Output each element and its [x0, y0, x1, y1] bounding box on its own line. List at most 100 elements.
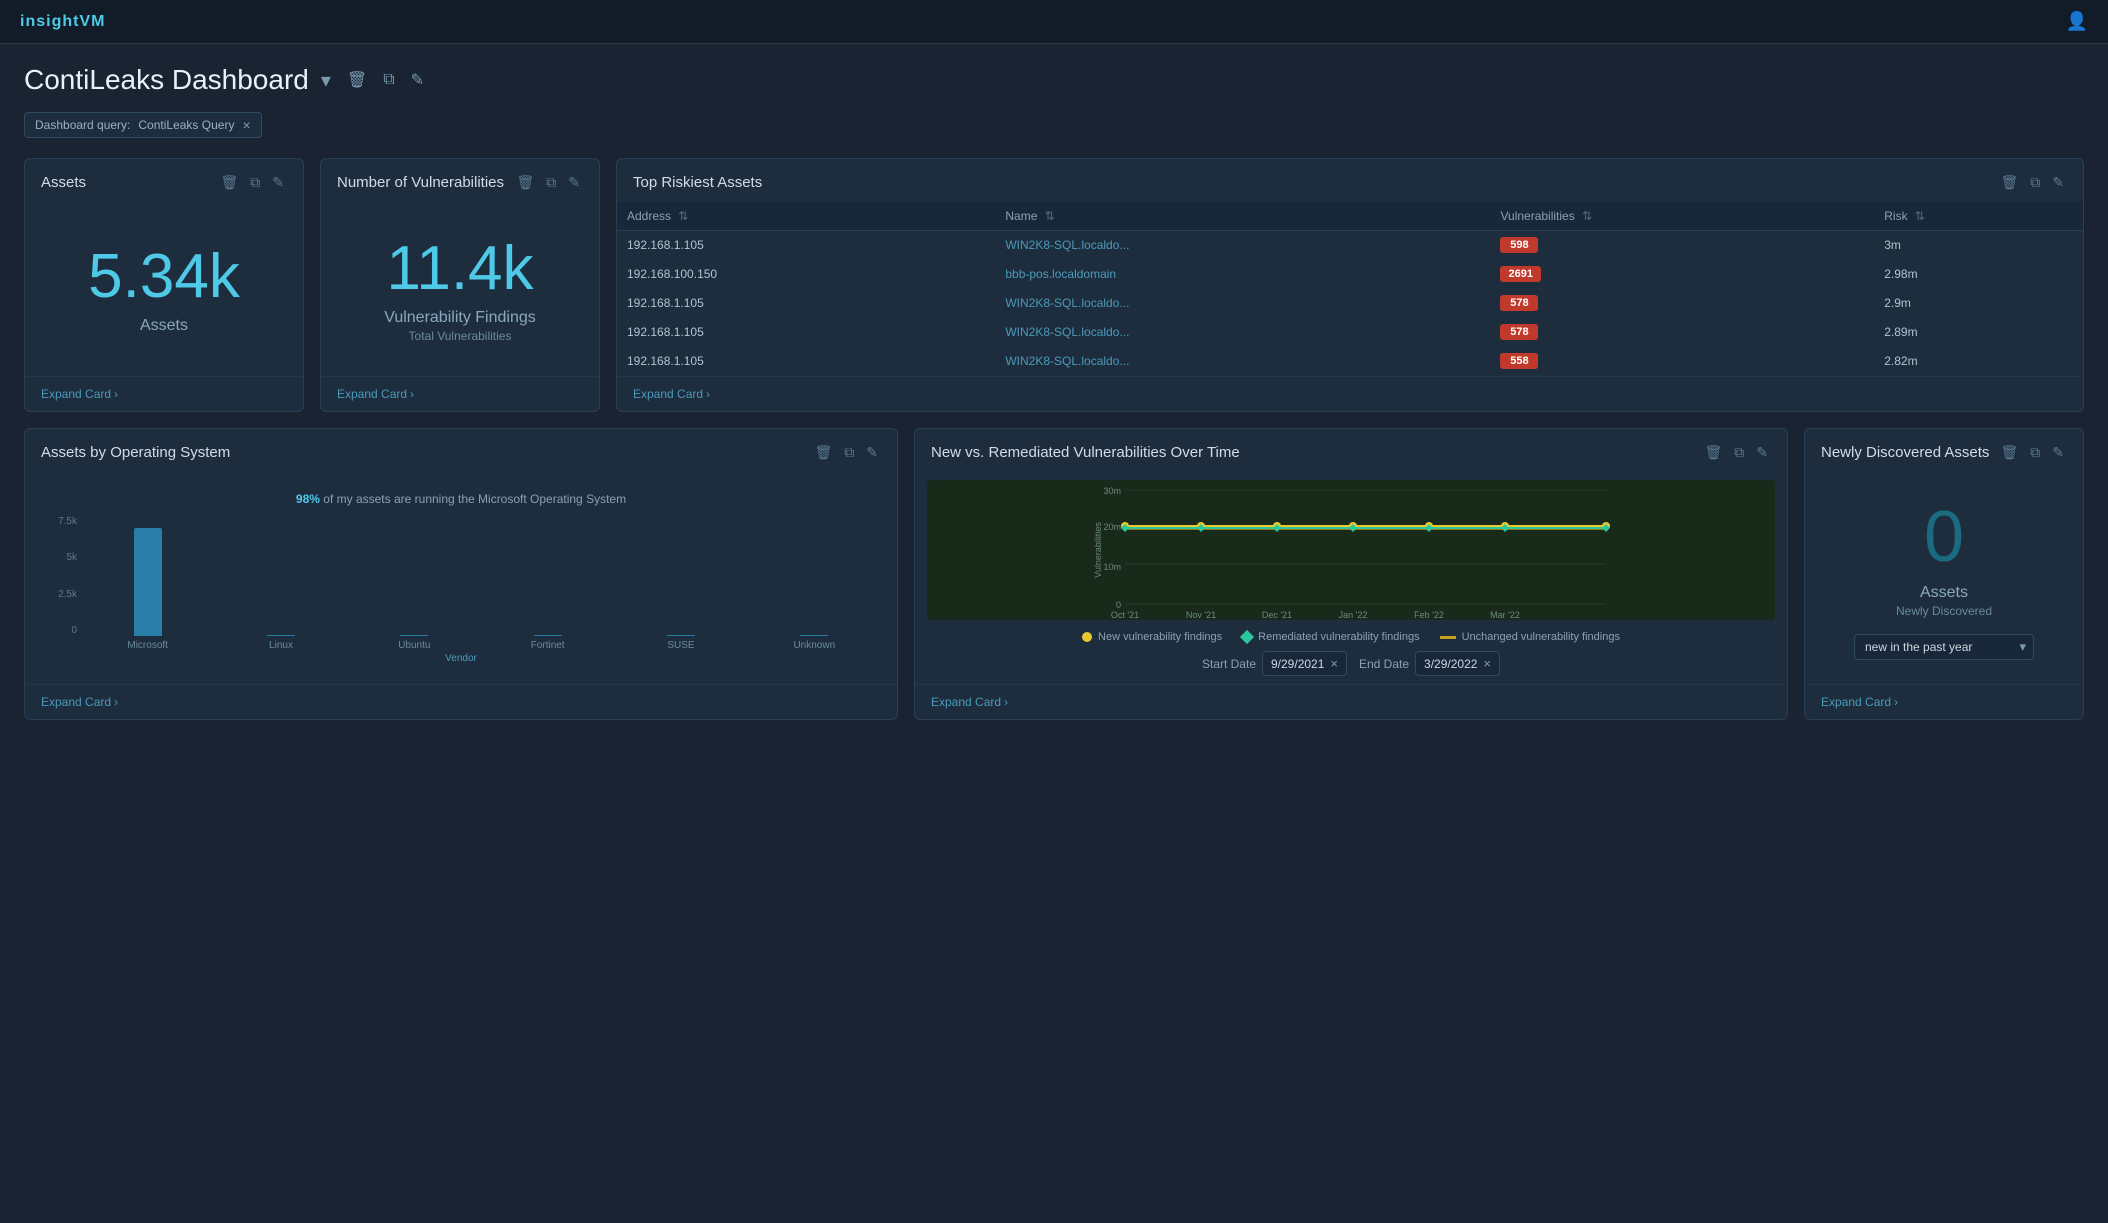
table-row: 192.168.1.105 WIN2K8-SQL.localdo... 558 …: [617, 347, 2083, 376]
os-assets-card-body: 98% of my assets are running the Microso…: [25, 472, 897, 684]
dashboard-copy-button[interactable]: ⧉: [379, 69, 398, 91]
table-cell-vulns: 598: [1490, 231, 1874, 260]
end-date-group: End Date 3/29/2022 ×: [1359, 651, 1500, 676]
start-date-clear-button[interactable]: ×: [1330, 656, 1338, 671]
table-cell-risk: 2.9m: [1874, 289, 2083, 318]
vulns-edit-button[interactable]: ✎: [565, 173, 583, 192]
bar-ubuntu: [348, 516, 481, 636]
svg-text:Vulnerabilities: Vulnerabilities: [1093, 522, 1103, 578]
assets-card-actions: 🗑 ⧉ ✎: [217, 173, 287, 192]
start-date-input[interactable]: 9/29/2021 ×: [1262, 651, 1347, 676]
top-riskiest-copy-button[interactable]: ⧉: [2027, 173, 2043, 192]
os-edit-button[interactable]: ✎: [863, 443, 881, 462]
assets-delete-button[interactable]: 🗑: [217, 173, 241, 192]
nd-copy-button[interactable]: ⧉: [2027, 443, 2043, 462]
risk-table: Address ⇅ Name ⇅ Vulnerabilities ⇅ Risk …: [617, 202, 2083, 376]
nd-edit-button[interactable]: ✎: [2049, 443, 2067, 462]
newly-discovered-value: 0: [1924, 496, 1964, 578]
end-date-clear-button[interactable]: ×: [1483, 656, 1491, 671]
legend-remediated: Remediated vulnerability findings: [1242, 631, 1419, 643]
line-chart-container: 30m 20m 10m 0: [927, 476, 1775, 680]
os-assets-card-title: Assets by Operating System: [41, 444, 230, 461]
assets-card-body: 5.34k Assets: [25, 202, 303, 376]
assets-copy-button[interactable]: ⧉: [247, 173, 263, 192]
query-badge-close-button[interactable]: ×: [242, 117, 250, 133]
newly-discovered-select-wrapper[interactable]: new in the past yearnew in the past mont…: [1854, 634, 2034, 660]
top-riskiest-card-title: Top Riskiest Assets: [633, 174, 762, 191]
table-cell-address: 192.168.1.105: [617, 318, 995, 347]
top-riskiest-edit-button[interactable]: ✎: [2049, 173, 2067, 192]
vuln-over-time-expand-link[interactable]: Expand Card ›: [931, 695, 1771, 709]
assets-expand-link[interactable]: Expand Card ›: [41, 387, 287, 401]
risk-table-header-risk[interactable]: Risk ⇅: [1874, 202, 2083, 231]
bar-microsoft-bar: [134, 528, 162, 636]
os-delete-button[interactable]: 🗑: [811, 443, 835, 462]
vulnerabilities-card-header: Number of Vulnerabilities 🗑 ⧉ ✎: [321, 159, 599, 202]
vulnerabilities-expand-link[interactable]: Expand Card ›: [337, 387, 583, 401]
svg-text:Feb '22: Feb '22: [1414, 610, 1444, 620]
vulnerabilities-label: Vulnerability Findings: [384, 309, 535, 327]
date-filters: Start Date 9/29/2021 × End Date 3/29/202…: [927, 651, 1775, 676]
dashboard-title-actions: 🗑 ⧉ ✎: [343, 68, 428, 92]
newly-discovered-expand-link[interactable]: Expand Card ›: [1821, 695, 2067, 709]
start-date-label: Start Date: [1202, 657, 1256, 671]
table-row: 192.168.1.105 WIN2K8-SQL.localdo... 578 …: [617, 318, 2083, 347]
vuln-over-time-card-footer: Expand Card ›: [915, 684, 1787, 719]
bar-suse: [614, 516, 747, 636]
vot-edit-button[interactable]: ✎: [1753, 443, 1771, 462]
svg-text:Mar '22: Mar '22: [1490, 610, 1520, 620]
top-riskiest-card-header: Top Riskiest Assets 🗑 ⧉ ✎: [617, 159, 2083, 202]
dashboard-title-row: ContiLeaks Dashboard ▾ 🗑 ⧉ ✎: [24, 64, 2084, 96]
start-date-value: 9/29/2021: [1271, 657, 1324, 671]
os-assets-card-header: Assets by Operating System 🗑 ⧉ ✎: [25, 429, 897, 472]
table-cell-name[interactable]: WIN2K8-SQL.localdo...: [995, 231, 1490, 260]
table-row: 192.168.1.105 WIN2K8-SQL.localdo... 598 …: [617, 231, 2083, 260]
bottom-card-grid: Assets by Operating System 🗑 ⧉ ✎ 98% of …: [24, 428, 2084, 720]
top-riskiest-card-body: Address ⇅ Name ⇅ Vulnerabilities ⇅ Risk …: [617, 202, 2083, 376]
main-content: ContiLeaks Dashboard ▾ 🗑 ⧉ ✎ Dashboard q…: [0, 44, 2108, 740]
newly-discovered-dropdown-wrapper: new in the past yearnew in the past mont…: [1854, 634, 2034, 660]
bar-ubuntu-bar: [400, 635, 428, 636]
nd-delete-button[interactable]: 🗑: [1997, 443, 2021, 462]
risk-table-header-address[interactable]: Address ⇅: [617, 202, 995, 231]
line-chart-svg: 30m 20m 10m 0: [927, 480, 1775, 620]
vot-delete-button[interactable]: 🗑: [1701, 443, 1725, 462]
newly-discovered-card: Newly Discovered Assets 🗑 ⧉ ✎ 0 Assets N…: [1804, 428, 2084, 720]
bar-suse-bar: [667, 635, 695, 636]
dashboard-title: ContiLeaks Dashboard: [24, 64, 309, 96]
dashboard-delete-button[interactable]: 🗑: [343, 68, 371, 92]
table-cell-name[interactable]: WIN2K8-SQL.localdo...: [995, 289, 1490, 318]
legend-remediated-diamond: [1240, 630, 1254, 644]
assets-edit-button[interactable]: ✎: [269, 173, 287, 192]
newly-discovered-dropdown[interactable]: new in the past yearnew in the past mont…: [1854, 634, 2034, 660]
bar-fortinet: [481, 516, 614, 636]
top-riskiest-expand-link[interactable]: Expand Card ›: [633, 387, 2067, 401]
bar-fortinet-bar: [534, 635, 562, 636]
risk-table-header-name[interactable]: Name ⇅: [995, 202, 1490, 231]
table-cell-name[interactable]: bbb-pos.localdomain: [995, 260, 1490, 289]
os-chart-title: 98% of my assets are running the Microso…: [33, 492, 889, 506]
user-icon[interactable]: 👤: [2066, 11, 2088, 32]
vulns-delete-button[interactable]: 🗑: [513, 173, 537, 192]
newly-discovered-card-body: 0 Assets Newly Discovered new in the pas…: [1805, 472, 2083, 684]
svg-text:Oct '21: Oct '21: [1111, 610, 1139, 620]
dashboard-dropdown-chevron[interactable]: ▾: [321, 68, 331, 93]
vulns-copy-button[interactable]: ⧉: [543, 173, 559, 192]
top-card-grid: Assets 🗑 ⧉ ✎ 5.34k Assets Expand Card ›: [24, 158, 2084, 412]
os-copy-button[interactable]: ⧉: [841, 443, 857, 462]
vot-copy-button[interactable]: ⧉: [1731, 443, 1747, 462]
table-cell-name[interactable]: WIN2K8-SQL.localdo...: [995, 347, 1490, 376]
table-cell-risk: 2.98m: [1874, 260, 2083, 289]
end-date-input[interactable]: 3/29/2022 ×: [1415, 651, 1500, 676]
bar-chart-inner: 7.5k 5k 2.5k 0: [41, 516, 881, 636]
dashboard-edit-button[interactable]: ✎: [407, 68, 428, 92]
table-cell-name[interactable]: WIN2K8-SQL.localdo...: [995, 318, 1490, 347]
vulnerabilities-sublabel: Total Vulnerabilities: [409, 329, 512, 343]
risk-table-header-vulnerabilities[interactable]: Vulnerabilities ⇅: [1490, 202, 1874, 231]
legend-unchanged-line: [1440, 636, 1456, 639]
os-assets-expand-link[interactable]: Expand Card ›: [41, 695, 881, 709]
bar-unknown-bar: [800, 635, 828, 636]
os-percentage: 98%: [296, 492, 320, 506]
top-riskiest-delete-button[interactable]: 🗑: [1997, 173, 2021, 192]
vuln-over-time-card-body: 30m 20m 10m 0: [915, 472, 1787, 684]
